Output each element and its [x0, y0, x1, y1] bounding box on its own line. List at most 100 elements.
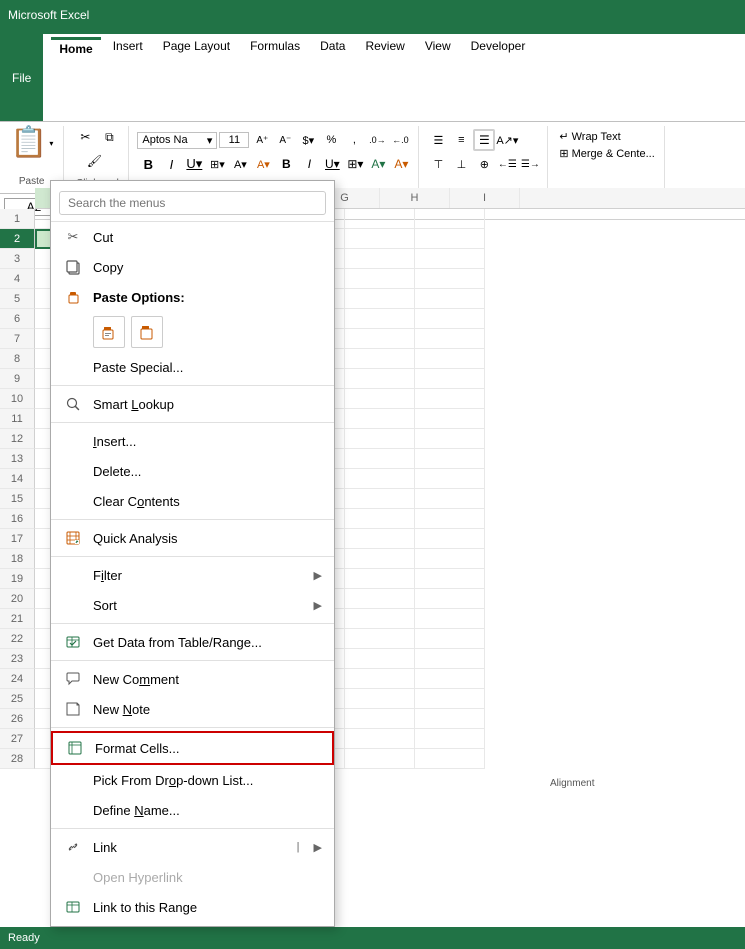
grid-cell[interactable]: [415, 429, 485, 449]
grid-cell[interactable]: [415, 269, 485, 289]
grid-cell[interactable]: [415, 489, 485, 509]
menu-item-delete[interactable]: Delete...: [51, 456, 334, 486]
grid-cell[interactable]: [345, 609, 415, 629]
grid-cell[interactable]: [415, 389, 485, 409]
paste-button[interactable]: 📋: [10, 128, 47, 158]
grid-cell[interactable]: [345, 689, 415, 709]
grid-cell[interactable]: [345, 709, 415, 729]
fill-color-button[interactable]: A▾: [229, 153, 251, 175]
copy-button[interactable]: ⧉: [98, 126, 120, 148]
grid-cell[interactable]: [345, 369, 415, 389]
menu-search-input[interactable]: [59, 191, 326, 215]
grid-cell[interactable]: [415, 589, 485, 609]
grid-cell[interactable]: [345, 329, 415, 349]
menu-item-copy[interactable]: Copy: [51, 252, 334, 282]
grid-cell[interactable]: [415, 249, 485, 269]
italic-button[interactable]: I: [160, 153, 182, 175]
grid-cell[interactable]: [345, 249, 415, 269]
grid-cell[interactable]: [415, 329, 485, 349]
indent-dec-button[interactable]: ←☰: [496, 153, 518, 175]
tab-page-layout[interactable]: Page Layout: [155, 37, 238, 118]
grid-cell[interactable]: [345, 229, 415, 249]
border-button[interactable]: ⊞▾: [206, 153, 228, 175]
tab-insert[interactable]: Insert: [105, 37, 151, 118]
align-right-button[interactable]: ☰: [473, 129, 495, 151]
grid-cell[interactable]: [345, 509, 415, 529]
grid-cell[interactable]: [345, 549, 415, 569]
underline-button[interactable]: U▾: [183, 153, 205, 175]
paste-btn-2[interactable]: [131, 316, 163, 348]
menu-item-format-cells[interactable]: Format Cells...: [51, 731, 334, 765]
menu-item-clear-contents[interactable]: Clear Contents: [51, 486, 334, 516]
increase-decimal-button[interactable]: .0→: [366, 129, 388, 151]
grid-cell[interactable]: [415, 669, 485, 689]
grid-cell[interactable]: [345, 409, 415, 429]
decrease-decimal-button[interactable]: ←.0: [389, 129, 411, 151]
grid-cell[interactable]: [345, 489, 415, 509]
grid-cell[interactable]: [345, 289, 415, 309]
menu-item-link[interactable]: Link | ▶: [51, 832, 334, 862]
bold-button[interactable]: B: [137, 153, 159, 175]
grid-cell[interactable]: [415, 529, 485, 549]
grid-cell[interactable]: [415, 409, 485, 429]
grid-cell[interactable]: [415, 729, 485, 749]
tab-developer[interactable]: Developer: [463, 37, 534, 118]
merge-center-button[interactable]: ⊞ Merge & Cente...: [556, 146, 657, 161]
tab-home[interactable]: Home: [51, 37, 100, 118]
grid-cell[interactable]: [415, 509, 485, 529]
grid-cell[interactable]: [345, 589, 415, 609]
grid-cell[interactable]: [345, 449, 415, 469]
grid-cell[interactable]: [345, 469, 415, 489]
grid-cell[interactable]: [415, 309, 485, 329]
grid-cell[interactable]: [345, 309, 415, 329]
border-button2[interactable]: ⊞▾: [344, 153, 366, 175]
fill-button2[interactable]: A▾: [367, 153, 389, 175]
grid-cell[interactable]: [415, 549, 485, 569]
align-center-button[interactable]: ≡: [450, 129, 472, 151]
menu-item-sort[interactable]: Sort ▶: [51, 590, 334, 620]
grid-cell[interactable]: [345, 649, 415, 669]
font-color-button2[interactable]: A▾: [390, 153, 412, 175]
grid-cell[interactable]: [415, 289, 485, 309]
indent-inc-button[interactable]: ☰→: [519, 153, 541, 175]
align-left-button[interactable]: ☰: [427, 129, 449, 151]
paste-btn-1[interactable]: [93, 316, 125, 348]
comma-button[interactable]: ,: [343, 129, 365, 151]
orientation-button[interactable]: A↗▾: [496, 129, 518, 151]
tab-data[interactable]: Data: [312, 37, 353, 118]
grid-cell[interactable]: [415, 229, 485, 249]
tab-formulas[interactable]: Formulas: [242, 37, 308, 118]
menu-item-new-comment[interactable]: New Comment: [51, 664, 334, 694]
valign-mid-button[interactable]: ⊥: [450, 153, 472, 175]
percent-button[interactable]: %: [320, 129, 342, 151]
menu-item-paste-special[interactable]: Paste Special...: [51, 352, 334, 382]
valign-top-button[interactable]: ⊤: [427, 153, 449, 175]
grid-cell[interactable]: [345, 389, 415, 409]
grid-cell[interactable]: [415, 449, 485, 469]
grid-cell[interactable]: [415, 209, 485, 229]
currency-button[interactable]: $▾: [297, 129, 319, 151]
tab-file[interactable]: File: [0, 34, 43, 121]
grid-cell[interactable]: [345, 729, 415, 749]
grid-cell[interactable]: [415, 629, 485, 649]
menu-item-pick-dropdown[interactable]: Pick From Drop-down List...: [51, 765, 334, 795]
menu-item-new-note[interactable]: New Note: [51, 694, 334, 724]
grid-cell[interactable]: [415, 689, 485, 709]
grid-cell[interactable]: [345, 269, 415, 289]
paste-dropdown-arrow[interactable]: ▾: [49, 139, 53, 148]
grid-cell[interactable]: [345, 569, 415, 589]
grid-cell[interactable]: [345, 529, 415, 549]
grid-cell[interactable]: [415, 749, 485, 769]
tab-view[interactable]: View: [417, 37, 459, 118]
grid-cell[interactable]: [415, 649, 485, 669]
grid-cell[interactable]: [345, 209, 415, 229]
menu-item-link-to-range[interactable]: Link to this Range: [51, 892, 334, 922]
grid-cell[interactable]: [345, 629, 415, 649]
tab-review[interactable]: Review: [357, 37, 412, 118]
grid-cell[interactable]: [415, 609, 485, 629]
underline-button2[interactable]: U▾: [321, 153, 343, 175]
grid-cell[interactable]: [415, 349, 485, 369]
grid-cell[interactable]: [415, 569, 485, 589]
format-painter-button[interactable]: 🖌: [74, 150, 114, 172]
bold-button2[interactable]: B: [275, 153, 297, 175]
